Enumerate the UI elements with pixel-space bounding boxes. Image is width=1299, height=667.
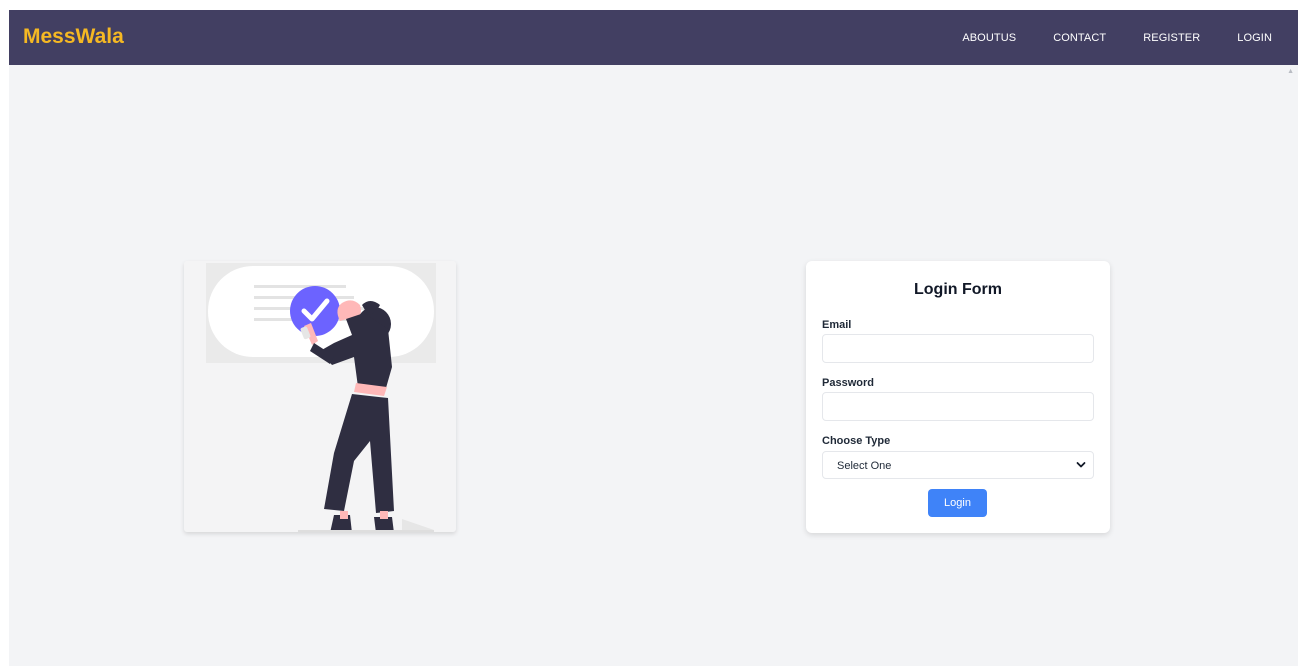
nav-links: ABOUTUS CONTACT REGISTER LOGIN [962,10,1272,65]
chevron-down-icon [1076,462,1086,468]
email-label: Email [822,319,852,331]
illustration-card [184,261,456,532]
nav-link-register[interactable]: REGISTER [1143,32,1200,44]
nav-link-login[interactable]: LOGIN [1237,32,1272,44]
scroll-up-arrow-icon[interactable]: ▲ [1287,68,1294,76]
brand-logo[interactable]: MessWala [23,24,124,50]
page: MessWala ABOUTUS CONTACT REGISTER LOGIN … [9,10,1298,666]
checkmark-icon [290,286,340,336]
navbar: MessWala ABOUTUS CONTACT REGISTER LOGIN [9,10,1298,65]
password-field[interactable] [822,392,1094,421]
floor-shadow [402,519,434,530]
illustration [206,263,436,532]
type-select[interactable]: Select One [822,451,1094,479]
text-line [254,285,346,288]
nav-link-contact[interactable]: CONTACT [1053,32,1106,44]
login-button[interactable]: Login [928,489,987,517]
form-title: Login Form [914,281,1002,298]
nav-link-aboutus[interactable]: ABOUTUS [962,32,1016,44]
login-form-card: Login Form Email Password Choose Type Se… [806,261,1110,533]
type-select-value: Select One [837,460,892,472]
email-field[interactable] [822,334,1094,363]
password-label: Password [822,377,874,389]
choose-type-label: Choose Type [822,435,891,447]
floor-line [298,530,434,532]
